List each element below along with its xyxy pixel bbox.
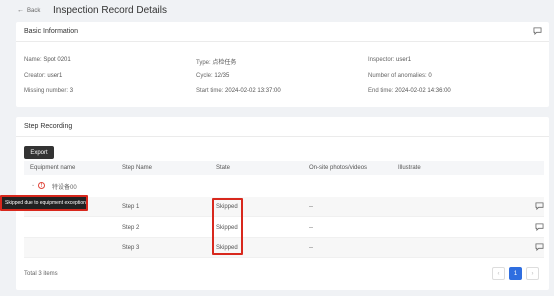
- pagination-next-button[interactable]: ›: [526, 267, 539, 280]
- warning-icon: !: [38, 182, 45, 189]
- column-header-equipment: Equipment name: [30, 165, 76, 171]
- comment-icon[interactable]: [533, 27, 542, 35]
- page-title: Inspection Record Details: [53, 5, 167, 16]
- table-header: Equipment name Step Name State On-site p…: [24, 161, 544, 175]
- table-row: Step 2 Skipped --: [24, 218, 544, 238]
- total-count: Total 3 items: [24, 271, 58, 277]
- comment-icon[interactable]: [535, 223, 544, 231]
- field-missing: Missing number: 3: [24, 88, 74, 94]
- divider: [16, 41, 549, 42]
- field-type: Type: 点检任务: [196, 60, 237, 66]
- equipment-name: 特设备00: [52, 185, 77, 191]
- step-name: Step 2: [122, 225, 140, 231]
- step-name: Step 1: [122, 204, 140, 210]
- back-label: Back: [27, 8, 41, 14]
- field-anomalies: Number of anomalies: 0: [368, 73, 432, 79]
- arrow-left-icon: ←: [17, 7, 24, 14]
- step-media: --: [309, 204, 313, 210]
- field-name: Name: Spot 0201: [24, 57, 71, 63]
- column-header-illustrate: Illustrate: [398, 165, 421, 171]
- field-end-time: End time: 2024-02-02 14:36:00: [368, 88, 451, 94]
- column-header-media: On-site photos/videos: [309, 165, 368, 171]
- back-button[interactable]: ← Back: [17, 7, 41, 14]
- pagination-page-button[interactable]: 1: [509, 267, 522, 280]
- step-recording-title: Step Recording: [24, 123, 73, 130]
- state-highlight-box: [212, 198, 243, 255]
- export-button[interactable]: Export: [24, 146, 54, 159]
- chevron-down-icon[interactable]: ⌄: [31, 182, 35, 188]
- pagination-prev-button[interactable]: ‹: [492, 267, 505, 280]
- field-creator: Creator: user1: [24, 73, 63, 79]
- basic-info-card: Basic Information Name: Spot 0201 Type: …: [16, 22, 549, 107]
- step-recording-card: Step Recording Export Equipment name Ste…: [16, 117, 549, 290]
- field-start-time: Start time: 2024-02-02 13:37:00: [196, 88, 281, 94]
- equipment-group-row[interactable]: ⌄ ! 特设备00: [24, 178, 544, 193]
- step-media: --: [309, 225, 313, 231]
- step-name: Step 3: [122, 245, 140, 251]
- basic-info-title: Basic Information: [24, 28, 79, 35]
- page-header: ← Back Inspection Record Details: [0, 0, 554, 22]
- table-row: Step 3 Skipped --: [24, 238, 544, 258]
- column-header-step: Step Name: [122, 165, 153, 171]
- comment-icon[interactable]: [535, 202, 544, 210]
- field-cycle: Cycle: 12/35: [196, 73, 230, 79]
- step-media: --: [309, 245, 313, 251]
- column-header-state: State: [216, 165, 231, 171]
- field-inspector: Inspector: user1: [368, 57, 412, 63]
- skip-reason-tooltip: Skipped due to equipment exception: [0, 195, 88, 211]
- comment-icon[interactable]: [535, 243, 544, 251]
- divider: [16, 136, 549, 137]
- table-row: Step 1 Skipped --: [24, 197, 544, 217]
